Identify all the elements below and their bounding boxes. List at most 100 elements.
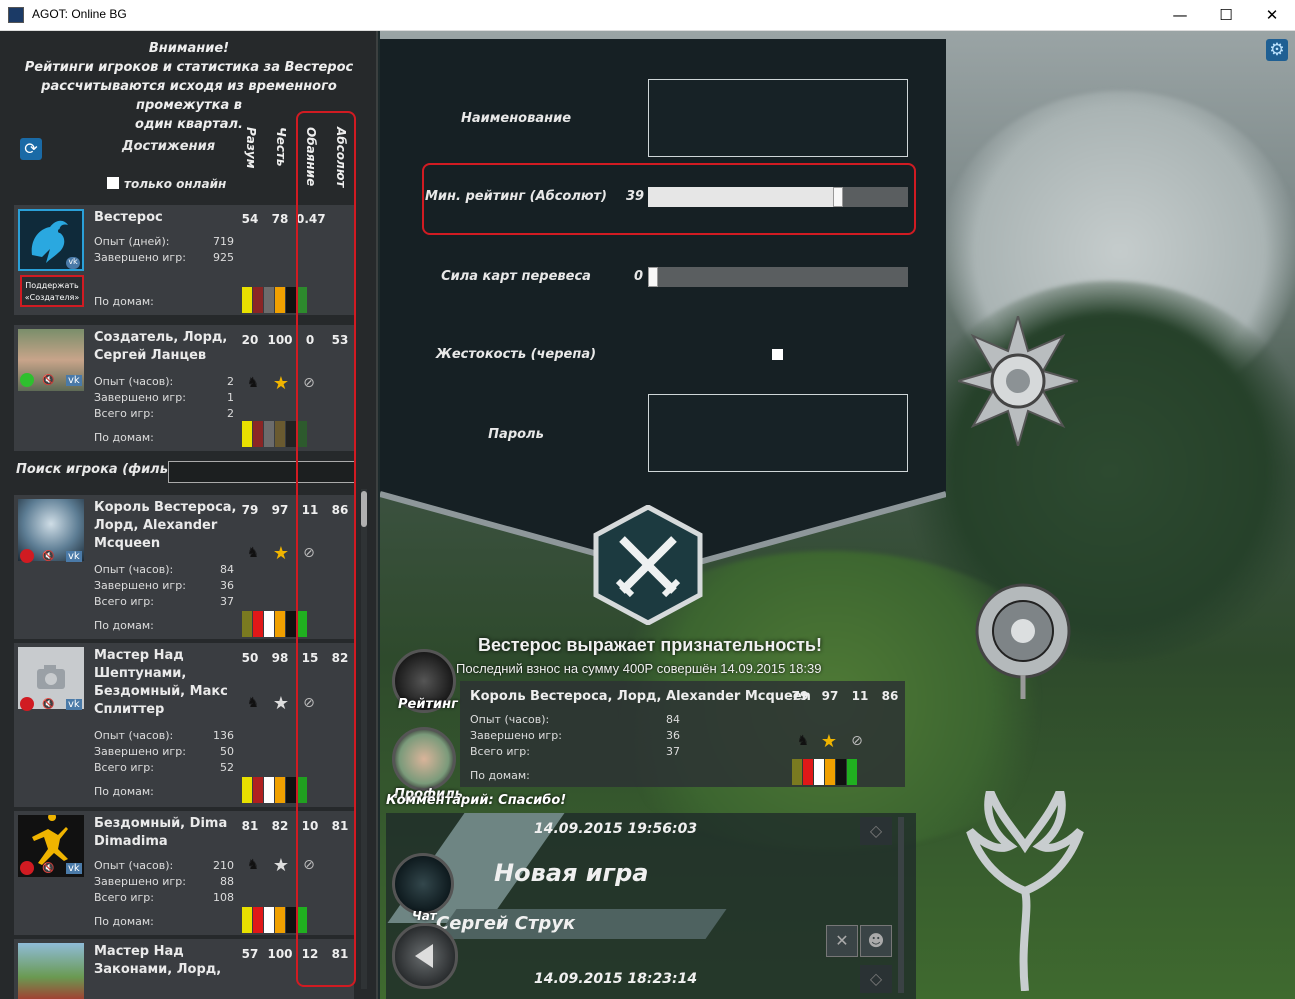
diamond-icon[interactable]: ◇	[860, 965, 892, 993]
slider-thumb[interactable]	[648, 267, 658, 287]
stat-label: Всего игр:	[94, 891, 154, 904]
power-slider[interactable]	[648, 267, 908, 287]
house-bar	[242, 611, 252, 637]
back-nav-button[interactable]	[392, 923, 458, 989]
stat-honor: 98	[271, 651, 289, 665]
no-games-icon: ⊘	[851, 733, 863, 749]
house-bar	[275, 907, 285, 933]
scrollbar-thumb[interactable]	[361, 491, 367, 527]
notice-line: Рейтинги игроков и статистика за Вестеро…	[24, 60, 354, 75]
busy-status-icon	[20, 697, 34, 711]
slider-thumb[interactable]	[833, 187, 843, 207]
back-arrow-icon	[415, 944, 433, 968]
stat-label: Опыт (часов):	[470, 713, 550, 726]
thanks-title: Вестерос выражает признательность!	[477, 635, 822, 655]
vk-icon[interactable]: vk	[66, 375, 82, 386]
close-button[interactable]: ✕	[1249, 0, 1295, 31]
column-reason[interactable]: Разум	[244, 127, 258, 169]
house-bar	[286, 421, 296, 447]
chat-nav-button[interactable]	[392, 853, 454, 915]
stat-label: Опыт (часов):	[94, 375, 174, 388]
vk-icon[interactable]: vk	[66, 551, 82, 562]
stat-label: Опыт (часов):	[94, 563, 174, 576]
player-list-scrollbar[interactable]	[361, 489, 367, 989]
house-bar	[792, 759, 802, 785]
greyjoy-sigil	[966, 791, 1084, 991]
rating-panel: Внимание! Рейтинги игроков и статистика …	[0, 31, 378, 999]
face-icon[interactable]: ☻	[860, 925, 892, 957]
stat-value: 37	[220, 595, 234, 608]
donor-comment: Комментарий: Спасибо!	[386, 793, 567, 808]
minimize-button[interactable]: —	[1157, 0, 1203, 31]
mute-icon[interactable]: 🔇	[42, 375, 54, 386]
stat-value: 36	[220, 579, 234, 592]
stat-value: 37	[666, 745, 680, 758]
crow-icon: ♞	[246, 375, 260, 391]
stat-label: Завершено игр:	[470, 729, 562, 742]
house-bar	[836, 759, 846, 785]
houses-label: По домам:	[94, 785, 154, 798]
stat-honor: 97	[271, 503, 289, 517]
mute-icon[interactable]: 🔇	[42, 863, 54, 874]
min-rating-slider[interactable]	[648, 187, 908, 207]
houses-label: По домам:	[94, 295, 154, 308]
window-title: AGOT: Online BG	[32, 7, 127, 21]
settings-gear-icon[interactable]: ⚙	[1266, 39, 1288, 61]
game-item[interactable]: Сергей Струк 14.09.2015 18:23:14 ✕ ☻ ◇	[386, 909, 906, 999]
only-online-checkbox[interactable]	[107, 177, 119, 189]
stat-value: 2	[227, 375, 234, 388]
house-bar	[825, 759, 835, 785]
star-icon: ★	[272, 373, 290, 394]
stat-reason: 79	[241, 503, 259, 517]
app-icon	[8, 7, 24, 23]
crossed-swords-icon[interactable]	[592, 505, 704, 625]
profile-nav-button[interactable]	[392, 727, 456, 791]
stat-label: Опыт (часов):	[94, 729, 174, 742]
avatar	[18, 943, 84, 999]
app-window: AGOT: Online BG — ☐ ✕ Внимание! Рейтинги…	[0, 0, 1295, 999]
vk-icon[interactable]: vk	[66, 699, 82, 710]
game-list-scrollbar[interactable]	[898, 817, 904, 993]
vk-icon[interactable]: vk	[66, 257, 80, 269]
player-name: Король Вестероса, Лорд, Alexander Mcquee…	[94, 500, 237, 551]
game-item[interactable]: 14.09.2015 19:56:03 Новая игра ◇	[386, 813, 906, 923]
houses-label: По домам:	[470, 769, 530, 782]
password-input[interactable]	[648, 394, 908, 472]
password-label: Пароль	[488, 427, 544, 442]
achievements-label: Достижения	[122, 139, 216, 154]
mute-icon[interactable]: 🔇	[42, 699, 54, 710]
star-icon: ★	[272, 855, 290, 876]
vk-icon[interactable]: vk	[66, 863, 82, 874]
support-button[interactable]: Поддержать «Создателя»	[20, 275, 84, 307]
stat-label: Завершено игр:	[94, 391, 186, 404]
mute-icon[interactable]: 🔇	[42, 551, 54, 562]
online-status-icon	[20, 373, 34, 387]
slider-fill	[648, 187, 838, 207]
stat-absolute: 86	[881, 689, 899, 703]
donor-name: Король Вестероса, Лорд, Alexander Mcquee…	[470, 689, 811, 704]
name-input[interactable]	[648, 79, 908, 157]
house-bar	[253, 777, 263, 803]
stat-label: Опыт (дней):	[94, 235, 170, 248]
stat-honor: 100	[267, 333, 293, 347]
game-list: 14.09.2015 19:56:03 Новая игра ◇ Чат Сер…	[386, 813, 916, 999]
rating-nav-label[interactable]: Рейтинг	[398, 697, 458, 712]
martell-sigil	[958, 316, 1078, 446]
cruelty-checkbox[interactable]	[772, 349, 783, 360]
crow-icon: ♞	[246, 695, 260, 711]
maximize-button[interactable]: ☐	[1203, 0, 1249, 31]
diamond-icon[interactable]: ◇	[860, 817, 892, 845]
stat-label: Опыт (часов):	[94, 859, 174, 872]
only-online-label: только онлайн	[124, 177, 227, 191]
house-bar	[286, 777, 296, 803]
cruelty-label: Жестокость (черепа)	[435, 347, 597, 362]
stat-label: Всего игр:	[94, 407, 154, 420]
house-bar	[264, 777, 274, 803]
house-bar	[264, 287, 274, 313]
swords-icon[interactable]: ✕	[826, 925, 858, 957]
stat-value: 925	[213, 251, 234, 264]
stat-honor: 78	[271, 212, 289, 226]
stat-value: 88	[220, 875, 234, 888]
refresh-icon[interactable]: ⟳	[20, 138, 42, 160]
column-honor[interactable]: Честь	[274, 127, 288, 167]
